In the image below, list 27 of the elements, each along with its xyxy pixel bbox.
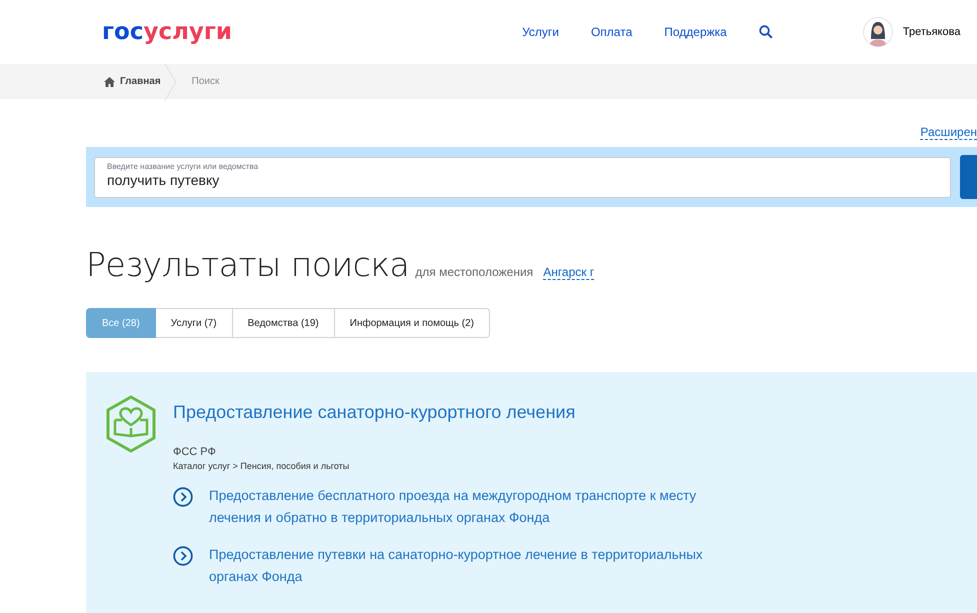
logo[interactable]: госуслуги <box>102 19 232 45</box>
avatar-icon[interactable] <box>862 17 893 47</box>
search-field[interactable]: Введите название услуги или ведомства получить путевку <box>94 156 951 198</box>
filter-tab[interactable]: Информация и помощь (2) <box>334 308 490 338</box>
search-input[interactable]: получить путевку <box>107 172 938 188</box>
nav-link[interactable]: Поддержка <box>664 25 727 39</box>
user-name[interactable]: Третьякова <box>902 26 960 38</box>
sub-service-link[interactable]: Предоставление бесплатного проезда на междугородном транспорте к месту лечения и обратно в территориальных органах Фонда <box>209 485 749 529</box>
chevron-circle-icon <box>173 487 193 507</box>
breadcrumb-separator <box>164 64 178 100</box>
filter-tab[interactable]: Ведомства (19) <box>232 308 335 338</box>
nav-link[interactable]: Услуги <box>522 25 559 39</box>
agency-name: ФСС РФ <box>173 446 217 458</box>
advanced-search-link[interactable]: Расширен <box>920 125 977 140</box>
search-icon[interactable] <box>758 25 773 39</box>
filter-tab[interactable]: Услуги (7) <box>156 308 233 338</box>
chevron-circle-icon <box>173 546 193 566</box>
home-icon <box>104 76 115 86</box>
results-title: Результаты поиска <box>86 245 410 284</box>
catalog-path: Каталог услуг > Пенсия, пособия и льготы <box>173 461 350 471</box>
nav-link[interactable]: Оплата <box>590 25 632 39</box>
breadcrumb-link[interactable]: Главная <box>120 76 161 87</box>
breadcrumb-current: Поиск <box>192 76 220 87</box>
location-label: для местоположения <box>415 265 534 279</box>
location-link[interactable]: Ангарск г <box>543 265 594 280</box>
service-title-link[interactable]: Предоставление санаторно-курортного лечения <box>173 402 749 423</box>
sub-service-link[interactable]: Предоставление путевки на санаторно-курортное лечение в территориальных органах Фонда <box>209 544 749 588</box>
